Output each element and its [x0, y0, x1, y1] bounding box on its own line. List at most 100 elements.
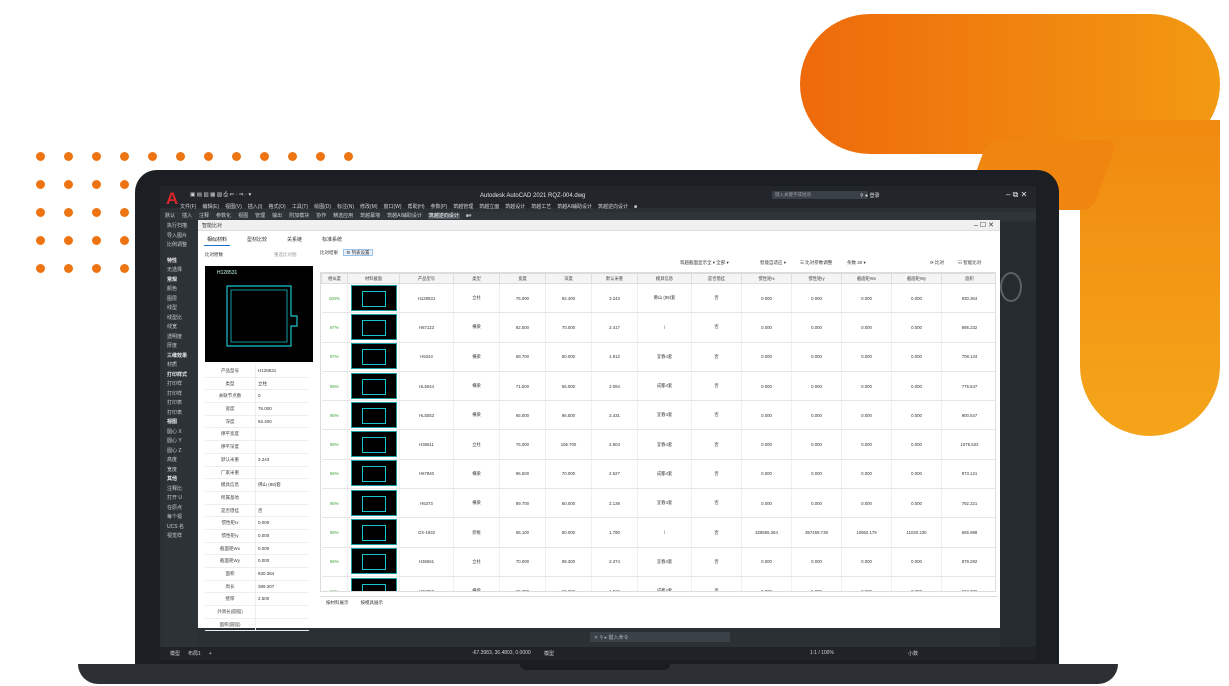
model-mode-button[interactable]: 模型 [544, 650, 554, 657]
viewcube-ring-icon[interactable] [1000, 272, 1022, 302]
ribbon-tab[interactable]: 筑越逆向设计 [427, 213, 460, 219]
ribbon-tab[interactable]: 参数化 [215, 213, 232, 219]
dialog-tab[interactable]: 标准系统 [319, 234, 345, 245]
column-header[interactable]: 截面矩Wx [841, 273, 892, 284]
smart-compare-dialog: 智能比对 – ☐ ✕ 相似材料 型材比较 关系链 标准系统 比对原数 重选比对图 H1… [198, 220, 1000, 632]
table-row[interactable]: 96% H67840 横梁 96.500 70.000 2.627 成都4套否 0.000 0.… [321, 459, 995, 490]
left-panel-tool[interactable]: 导入图片 [164, 232, 198, 242]
column-header[interactable]: 宽度 [499, 273, 546, 284]
table-row[interactable]: 96% H36611 立柱 76.000 106.700 2.904 宜春4套否 0.000 0… [321, 429, 995, 460]
ribbon-tab[interactable]: 协作 [315, 213, 327, 219]
ribbon-tab[interactable]: 视图 [237, 213, 249, 219]
filter-display-select[interactable]: 筑越截面显示全 ▾ 全部 ▾ [680, 260, 729, 266]
menu-item[interactable]: 绘图(D) [314, 204, 331, 210]
menu-item[interactable]: 帮助(H) [408, 204, 425, 210]
column-header[interactable]: 类型 [453, 273, 500, 284]
table-row[interactable]: 96% HL5053 横梁 65.000 96.500 2.431 宜春4套否 0.000 0.… [321, 400, 995, 431]
status-tab[interactable]: + [209, 651, 212, 657]
dialog-tab[interactable]: 相似材料 [204, 234, 231, 246]
ribbon-tab[interactable]: 注释 [198, 213, 210, 219]
column-header[interactable]: 深度 [545, 273, 592, 284]
table-row[interactable]: 96% H86753 横梁 65.700 60.000 1.522 成都4套否 0.000 0.… [321, 576, 995, 591]
window-controls[interactable]: – ⧉ ✕ [1006, 190, 1027, 200]
column-header[interactable]: 面积 [941, 273, 995, 284]
column-header[interactable]: 相似度 [321, 273, 348, 284]
status-tab[interactable]: 模型 [170, 651, 180, 657]
menu-item[interactable]: 编辑(E) [202, 204, 219, 210]
ribbon-tab[interactable]: 筑越幕墙 [359, 213, 381, 219]
menu-item[interactable]: 格式(O) [268, 204, 285, 210]
ribbon-tab[interactable]: 筑越AI辅助设计 [386, 213, 423, 219]
dialog-tab[interactable]: 型材比较 [244, 234, 270, 245]
menu-item[interactable]: 视图(V) [225, 204, 242, 210]
menu-item[interactable]: 筑越设计 [505, 204, 525, 210]
menu-item[interactable]: 工具(T) [292, 204, 308, 210]
command-line-input[interactable]: ✕ ⚲ ▸ 键入命令 [590, 632, 730, 642]
reset-compare-button[interactable]: 重选比对图 [274, 252, 297, 258]
view-tab[interactable]: 按模具展示 [355, 597, 390, 609]
menu-item[interactable]: ■ [634, 204, 637, 210]
table-row[interactable]: 97% H87123 横梁 82.500 70.000 2.417/否 0.000 0.000… [321, 312, 995, 343]
user-login[interactable]: ⚲ ● 登录 [860, 192, 879, 199]
ribbon-tab[interactable]: 插入 [181, 213, 193, 219]
ribbon-tab[interactable]: 精选应用 [332, 213, 354, 219]
left-panel-tool[interactable]: 比例调整 [164, 241, 198, 251]
adaptive-select[interactable]: 智能自适应 ▾ [760, 260, 786, 266]
table-row[interactable]: 100% H128531 立柱 76.000 92.400 3.243 佛山 (88)套否 0… [321, 283, 995, 314]
column-header[interactable]: 是否借挂 [691, 273, 742, 284]
param-adjust-button[interactable]: ☰ 比对参数调整 [800, 260, 832, 266]
column-header[interactable]: 惯性矩Iy [791, 273, 842, 284]
column-header[interactable]: 模具信息 [637, 273, 692, 284]
table-cell: 367459.738 [791, 517, 842, 548]
property-key: 关联节点数 [218, 393, 242, 399]
ribbon-tab[interactable]: 管理 [254, 213, 266, 219]
compare-button[interactable]: ⟳ 比对 [930, 260, 944, 266]
table-cell: 3.243 [591, 283, 638, 314]
table-cell: 65.000 [499, 400, 546, 431]
decorative-dot [120, 152, 129, 161]
login-label[interactable]: 登录 [869, 193, 879, 199]
source-header: 比对原数 [205, 252, 223, 257]
menu-item[interactable]: 修改(M) [360, 204, 378, 210]
column-settings-button[interactable]: ⚙ 列表设置 [343, 249, 373, 256]
dialog-window-controls[interactable]: – ☐ ✕ [974, 221, 994, 229]
column-header[interactable]: 默认米重 [591, 273, 638, 284]
table-row[interactable]: 96% HL5044 横梁 71.500 65.000 2.094 成都4套否 0.000 0.… [321, 371, 995, 402]
column-header[interactable]: 材料截面 [347, 273, 400, 284]
table-cell: 0.000 [891, 371, 942, 402]
menu-item[interactable]: 筑越工艺 [531, 204, 551, 210]
column-header[interactable]: 惯性矩Ix [741, 273, 792, 284]
status-tab[interactable]: 布局1 [188, 651, 201, 657]
menu-item[interactable]: 文件(F) [180, 204, 196, 210]
table-row[interactable]: 97% H5343 横梁 69.700 80.000 1.912 宜春4套否 0.000 0.0… [321, 342, 995, 372]
column-header[interactable]: 产品型号 [399, 273, 454, 284]
count-select[interactable]: 条数 30 ▾ [847, 260, 866, 266]
menu-item[interactable]: 筑越AI辅助设计 [557, 204, 592, 210]
ribbon-tab[interactable]: 默认 [164, 213, 176, 219]
view-tab[interactable]: 按材料展示 [320, 597, 355, 609]
smart-compare-button[interactable]: ☷ 智能比对 [958, 260, 981, 266]
menu-item[interactable]: 筑越立面 [479, 204, 499, 210]
menu-item[interactable]: 筑越逆向设计 [598, 204, 628, 210]
dialog-tab[interactable]: 关系链 [284, 234, 305, 245]
property-row: 关联节点数 0 [205, 390, 309, 404]
menu-item[interactable]: 窗口(W) [384, 204, 402, 210]
left-panel-tool[interactable]: 执行扫描 [164, 222, 198, 232]
table-row[interactable]: 96% H36561 立柱 70.000 98.300 2.374 宜春4套否 0.000 0.… [321, 547, 995, 577]
menu-item[interactable]: 参数(P) [431, 204, 448, 210]
scale-readout[interactable]: 1:1 / 100% [810, 650, 834, 656]
units-readout[interactable]: 小数 [908, 650, 918, 657]
table-cell: 横梁 [453, 576, 500, 591]
table-row[interactable]: 96% GX-1932 挤框 65.100 80.000 1.790/否 328865.36… [321, 517, 995, 548]
ribbon-tab[interactable]: 输出 [271, 213, 283, 219]
quick-access-toolbar[interactable]: ▣ ▤ ▥ ▦ ▧ ⎙ ⇐ · ⇒ · ▾ [190, 192, 251, 199]
menu-item[interactable]: 筑越管理 [453, 204, 473, 210]
ribbon-tab[interactable]: ■▾ [465, 213, 473, 219]
menu-item[interactable]: 插入(I) [248, 204, 263, 210]
autocad-logo-icon[interactable]: A [166, 190, 178, 207]
table-row[interactable]: 96% H5373 横梁 89.700 60.000 2.139 宜春4套否 0.000 0.0… [321, 488, 995, 519]
ribbon-tab[interactable]: 附加模块 [288, 213, 310, 219]
menu-item[interactable]: 标注(N) [337, 204, 354, 210]
column-header[interactable]: 截面矩Wy [891, 273, 942, 284]
search-input[interactable]: 键入关键字或短语 [772, 191, 868, 199]
